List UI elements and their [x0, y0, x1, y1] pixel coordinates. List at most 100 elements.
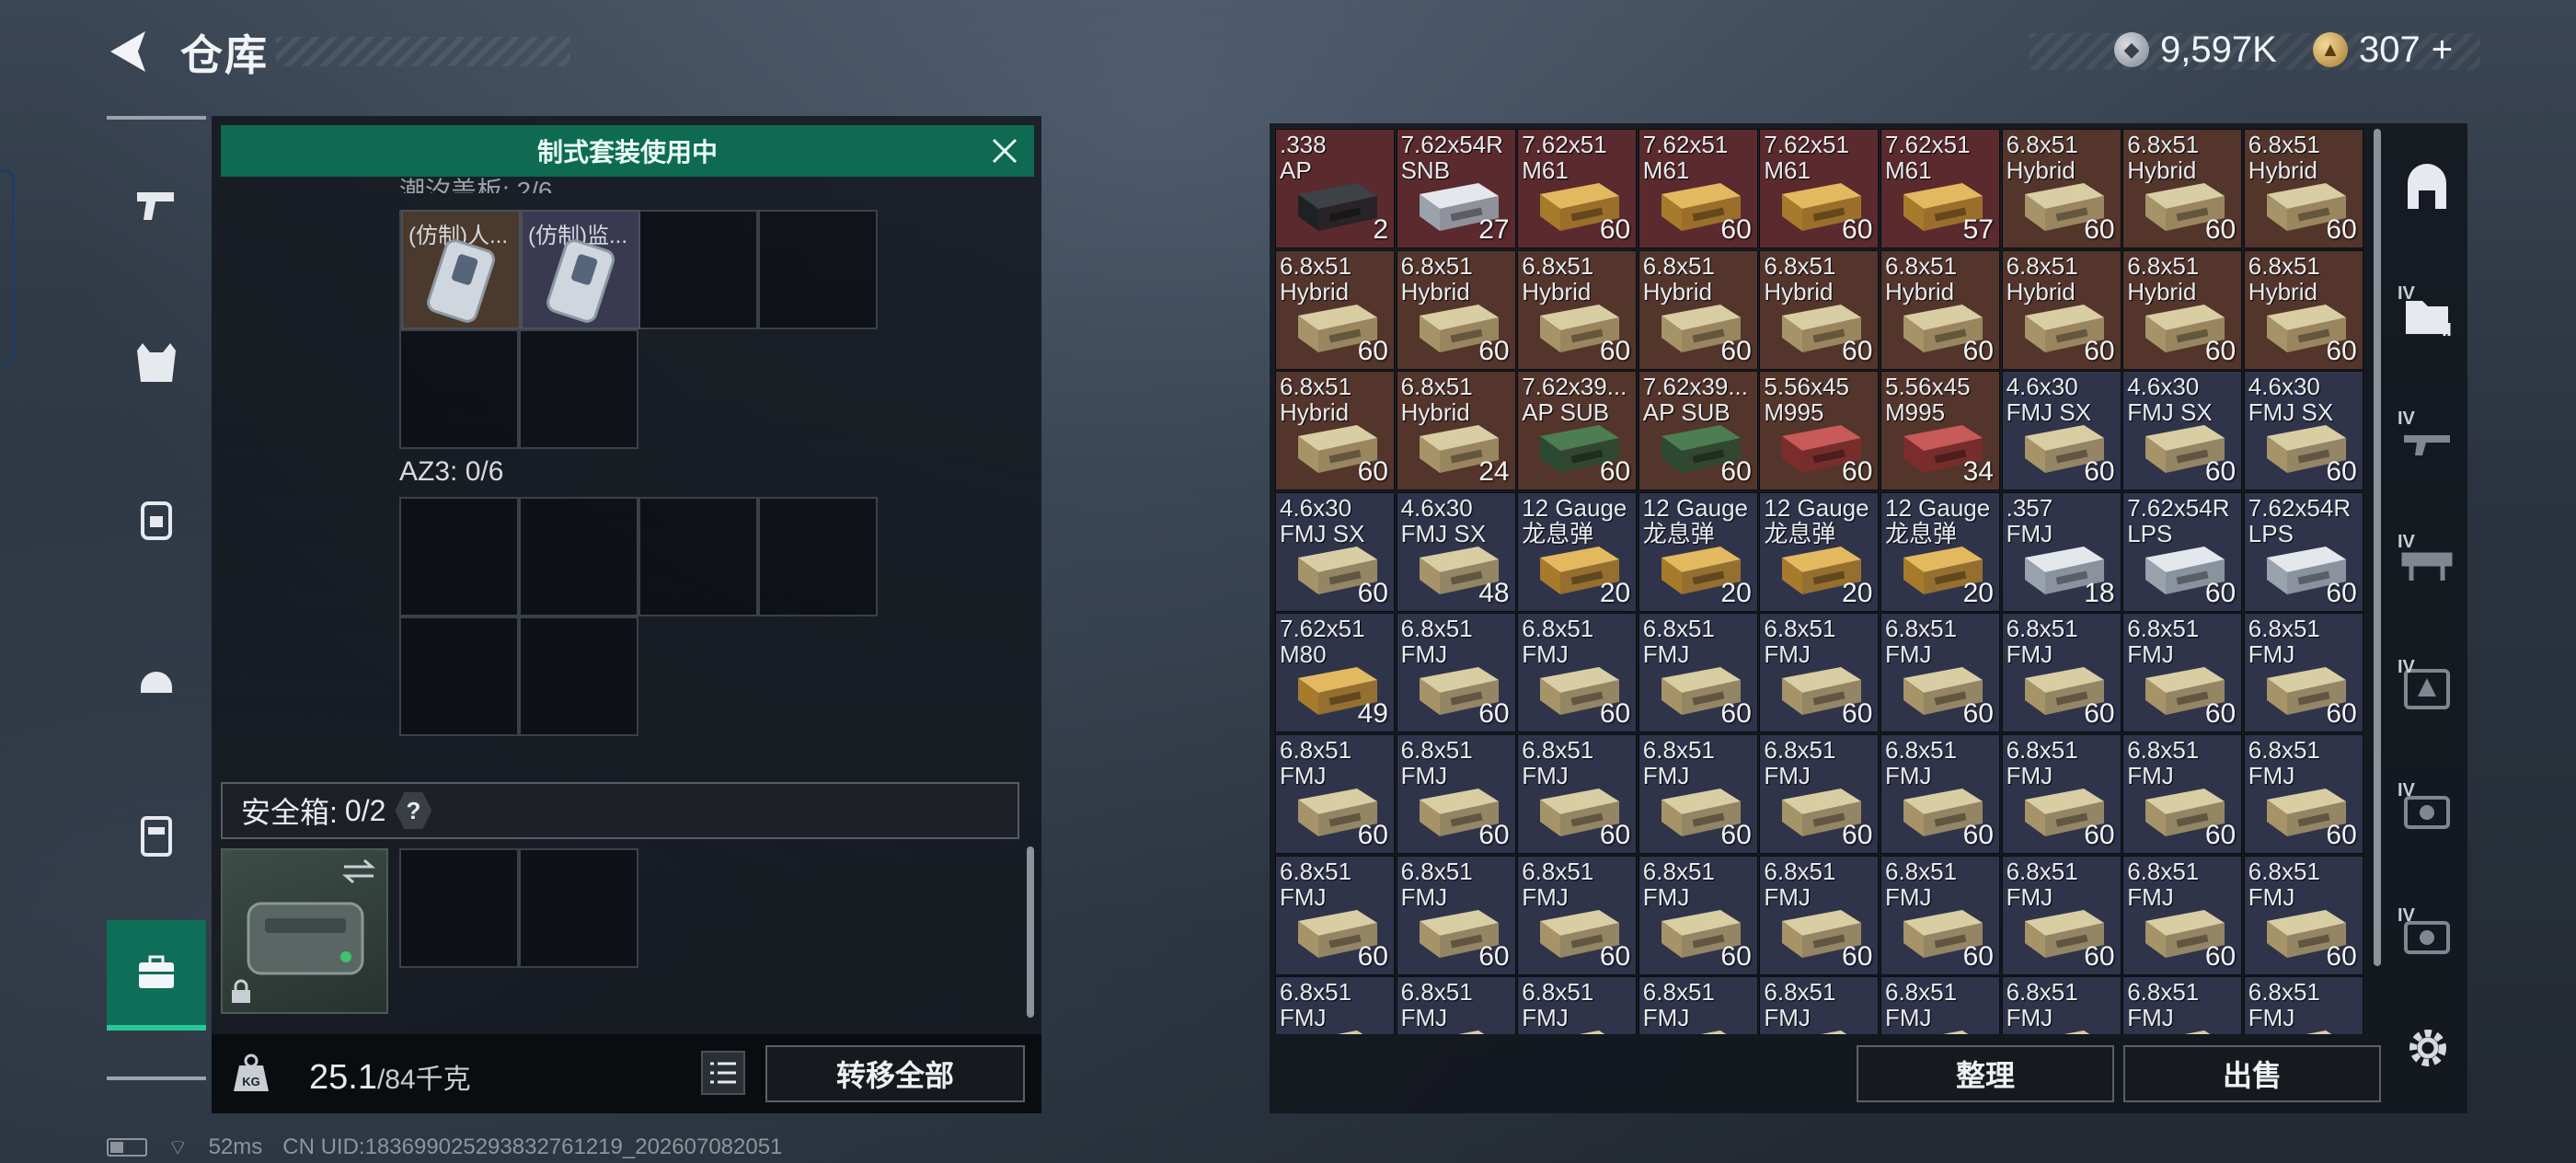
stash-item[interactable]: 12 Gauge 龙息弹 20: [1638, 491, 1758, 612]
transfer-all-button[interactable]: 转移全部: [765, 1045, 1025, 1102]
stash-item[interactable]: 6.8x51 FMJ 60: [1396, 734, 1516, 854]
stash-item[interactable]: 4.6x30 FMJ SX 60: [2122, 371, 2243, 491]
stash-item[interactable]: 6.8x51 FMJ 60: [1759, 613, 1880, 733]
back-arrow-icon[interactable]: [103, 26, 155, 77]
stash-item[interactable]: 6.8x51 Hybrid 60: [1275, 371, 1395, 491]
inventory-item[interactable]: (仿制)人...: [401, 210, 521, 329]
stash-item[interactable]: 6.8x51 FMJ: [2122, 976, 2243, 1034]
stash-item[interactable]: 6.8x51 Hybrid 60: [2122, 129, 2243, 248]
list-view-button[interactable]: [701, 1051, 745, 1095]
stash-item[interactable]: 6.8x51 FMJ 60: [1275, 855, 1395, 975]
stash-item[interactable]: 6.8x51 FMJ: [1638, 976, 1758, 1034]
stash-item[interactable]: 6.8x51 FMJ 60: [2122, 855, 2243, 975]
sort-button[interactable]: 整理: [1857, 1045, 2114, 1102]
empty-slot[interactable]: [519, 616, 638, 736]
stash-item[interactable]: 6.8x51 Hybrid 60: [2001, 129, 2122, 248]
swap-icon[interactable]: [340, 858, 377, 885]
stash-item[interactable]: 6.8x51 FMJ 60: [1880, 855, 2000, 975]
stash-item[interactable]: 6.8x51 FMJ 60: [1517, 855, 1638, 975]
stash-item[interactable]: 6.8x51 Hybrid 60: [2243, 249, 2363, 370]
empty-slot[interactable]: [399, 329, 519, 449]
stash-item[interactable]: 6.8x51 FMJ: [2243, 976, 2363, 1034]
stash-item[interactable]: 6.8x51 FMJ 60: [2001, 613, 2122, 733]
stash-item[interactable]: 6.8x51 FMJ 60: [1759, 734, 1880, 854]
stash-item[interactable]: .338 AP 2: [1275, 129, 1395, 248]
stash-item[interactable]: 6.8x51 Hybrid 60: [1275, 249, 1395, 370]
stash-item[interactable]: 6.8x51 Hybrid 60: [2243, 129, 2363, 248]
inventory-item[interactable]: (仿制)监...: [521, 210, 640, 329]
stash-category-tab[interactable]: IV: [2392, 653, 2462, 723]
stash-item[interactable]: 6.8x51 FMJ 60: [2001, 855, 2122, 975]
stash-item[interactable]: 6.8x51 Hybrid 60: [1759, 249, 1880, 370]
empty-slot[interactable]: [399, 616, 519, 736]
stash-item[interactable]: 6.8x51 FMJ 60: [2001, 734, 2122, 854]
close-icon[interactable]: [988, 134, 1021, 167]
stash-item[interactable]: 6.8x51 FMJ: [2001, 976, 2122, 1034]
stash-item[interactable]: 6.8x51 Hybrid 60: [1880, 249, 2000, 370]
stash-item[interactable]: 6.8x51 FMJ 60: [2122, 613, 2243, 733]
stash-item[interactable]: 6.8x51 FMJ 60: [2122, 734, 2243, 854]
stash-item[interactable]: 12 Gauge 龙息弹 20: [1759, 491, 1880, 612]
stash-item[interactable]: 5.56x45 M995 60: [1759, 371, 1880, 491]
stash-item[interactable]: 6.8x51 Hybrid 60: [2122, 249, 2243, 370]
stash-item[interactable]: 6.8x51 FMJ 60: [2243, 734, 2363, 854]
stash-category-tab[interactable]: IV: [2392, 528, 2462, 598]
settings-gear-icon[interactable]: [2403, 1023, 2453, 1073]
stash-item[interactable]: 12 Gauge 龙息弹 20: [1517, 491, 1638, 612]
stash-item[interactable]: 7.62x39... AP SUB 60: [1638, 371, 1758, 491]
empty-slot[interactable]: [399, 497, 519, 616]
stash-item[interactable]: 6.8x51 Hybrid 60: [2001, 249, 2122, 370]
safe-box-slot[interactable]: [519, 848, 638, 968]
stash-item[interactable]: 7.62x54R LPS 60: [2243, 491, 2363, 612]
loadout-scrollbar[interactable]: [1027, 846, 1034, 1018]
empty-slot[interactable]: [758, 210, 878, 329]
stash-scrollbar[interactable]: [2374, 129, 2381, 966]
safe-box-slot[interactable]: [399, 848, 519, 968]
stash-item[interactable]: 6.8x51 FMJ: [1517, 976, 1638, 1034]
safe-box-item[interactable]: [221, 848, 388, 1014]
stash-item[interactable]: 6.8x51 FMJ 60: [1517, 613, 1638, 733]
stash-item[interactable]: 6.8x51 FMJ 60: [1759, 855, 1880, 975]
nav-item-vest[interactable]: [107, 307, 206, 418]
stash-category-tab[interactable]: [2392, 156, 2462, 226]
stash-item[interactable]: 7.62x51 M61 60: [1517, 129, 1638, 248]
stash-category-tab[interactable]: IV: [2392, 777, 2462, 846]
stash-item[interactable]: 6.8x51 FMJ: [1880, 976, 2000, 1034]
empty-slot[interactable]: [519, 497, 638, 616]
stash-item[interactable]: 6.8x51 FMJ 60: [1275, 734, 1395, 854]
stash-item[interactable]: 6.8x51 FMJ: [1396, 976, 1516, 1034]
stash-item[interactable]: 12 Gauge 龙息弹 20: [1880, 491, 2000, 612]
stash-item[interactable]: 6.8x51 FMJ: [1275, 976, 1395, 1034]
stash-item[interactable]: 6.8x51 FMJ: [1759, 976, 1880, 1034]
stash-item[interactable]: 6.8x51 FMJ 60: [1396, 613, 1516, 733]
stash-item[interactable]: 6.8x51 Hybrid 60: [1396, 249, 1516, 370]
stash-item[interactable]: 7.62x39... AP SUB 60: [1517, 371, 1638, 491]
stash-item[interactable]: 7.62x51 M80 49: [1275, 613, 1395, 733]
stash-item[interactable]: 6.8x51 FMJ 60: [2243, 613, 2363, 733]
stash-category-tab[interactable]: IV: [2392, 405, 2462, 475]
stash-item[interactable]: 6.8x51 Hybrid 24: [1396, 371, 1516, 491]
stash-item[interactable]: 7.62x54R SNB 27: [1396, 129, 1516, 248]
stash-item[interactable]: 4.6x30 FMJ SX 60: [2243, 371, 2363, 491]
nav-item-briefcase[interactable]: [107, 920, 206, 1031]
stash-item[interactable]: 7.62x51 M61 57: [1880, 129, 2000, 248]
nav-item-weapon[interactable]: [107, 149, 206, 259]
stash-item[interactable]: 4.6x30 FMJ SX 60: [1275, 491, 1395, 612]
stash-item[interactable]: 6.8x51 FMJ 60: [1638, 855, 1758, 975]
help-button[interactable]: ?: [395, 792, 432, 829]
stash-item[interactable]: 7.62x51 M61 60: [1759, 129, 1880, 248]
empty-slot[interactable]: [638, 497, 758, 616]
add-currency-button[interactable]: +: [2432, 29, 2453, 71]
empty-slot[interactable]: [519, 329, 638, 449]
stash-item[interactable]: 6.8x51 FMJ 60: [1517, 734, 1638, 854]
stash-item[interactable]: 6.8x51 Hybrid 60: [1638, 249, 1758, 370]
stash-item[interactable]: 6.8x51 FMJ 60: [1880, 734, 2000, 854]
stash-category-tab[interactable]: IV: [2392, 280, 2462, 350]
edge-tab[interactable]: [0, 169, 15, 366]
stash-item[interactable]: .357 FMJ 18: [2001, 491, 2122, 612]
stash-item[interactable]: 4.6x30 FMJ SX 48: [1396, 491, 1516, 612]
empty-slot[interactable]: [638, 210, 758, 329]
stash-item[interactable]: 6.8x51 FMJ 60: [1880, 613, 2000, 733]
stash-item[interactable]: 6.8x51 FMJ 60: [1638, 734, 1758, 854]
stash-item[interactable]: 6.8x51 FMJ 60: [2243, 855, 2363, 975]
